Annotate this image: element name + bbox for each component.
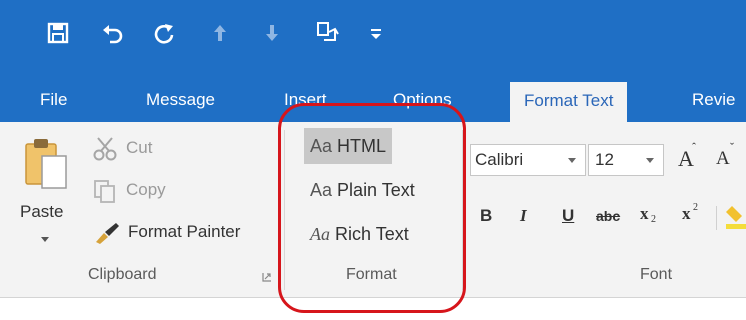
annotation-highlight-circle (278, 103, 466, 313)
tab-format-text[interactable]: Format Text (510, 82, 628, 122)
shrink-font-glyph: A (716, 148, 730, 169)
tab-file[interactable]: File (40, 80, 67, 122)
cut-button[interactable]: Cut (90, 134, 170, 164)
subscript-mark: 2 (651, 214, 656, 225)
font-name-value: Calibri (475, 150, 524, 169)
strikethrough-button[interactable]: abc (594, 202, 628, 232)
strikethrough-glyph: abc (596, 208, 621, 224)
italic-button[interactable]: I (514, 202, 538, 232)
paintbrush-icon (96, 223, 119, 244)
superscript-button[interactable]: x 2 (680, 202, 708, 232)
subscript-glyph: x (640, 204, 649, 223)
paste-button[interactable]: Paste (18, 136, 74, 254)
copy-label: Copy (126, 180, 166, 199)
underline-glyph: U (562, 206, 575, 225)
up-arrow-icon[interactable] (210, 20, 230, 46)
superscript-glyph: x (682, 204, 691, 223)
copy-button[interactable]: Copy (90, 176, 190, 206)
chevron-down-icon (568, 158, 576, 163)
shrink-font-button[interactable]: A ˇ (712, 140, 742, 174)
font-name-dropdown[interactable]: Calibri (470, 144, 586, 176)
sep-small (716, 206, 717, 230)
italic-glyph: I (520, 206, 527, 225)
clipboard-paste-icon (25, 139, 67, 189)
font-size-value: 12 (595, 150, 614, 169)
caret-down-mark: ˇ (730, 140, 734, 154)
redo-icon[interactable] (152, 20, 176, 46)
undo-icon[interactable] (100, 20, 124, 46)
clipboard-group-label: Clipboard (88, 266, 157, 283)
format-painter-button[interactable]: Format Painter (90, 218, 276, 248)
superscript-mark: 2 (693, 202, 698, 213)
cut-label: Cut (126, 138, 153, 157)
grow-font-button[interactable]: A ˆ (674, 140, 704, 174)
format-painter-label: Format Painter (128, 222, 241, 241)
caret-up-mark: ˆ (692, 140, 696, 154)
subscript-button[interactable]: x 2 (638, 202, 666, 232)
copy-move-icon[interactable] (314, 20, 342, 46)
font-group-label: Font (640, 266, 673, 283)
dialog-launcher-icon[interactable] (262, 272, 272, 282)
tab-message[interactable]: Message (146, 80, 215, 122)
save-icon[interactable] (46, 20, 70, 46)
tab-review[interactable]: Revie (692, 80, 735, 122)
chevron-down-icon (646, 158, 654, 163)
scissors-icon (93, 137, 117, 161)
underline-button[interactable]: U (558, 202, 582, 232)
down-arrow-icon[interactable] (262, 20, 282, 46)
highlighter-icon[interactable] (726, 204, 746, 230)
bold-glyph: B (480, 206, 493, 225)
paste-label: Paste (20, 202, 64, 221)
bold-button[interactable]: B (476, 202, 500, 232)
copy-icon (94, 180, 115, 203)
chevron-down-icon (41, 237, 49, 242)
customize-dropdown-icon[interactable] (368, 20, 384, 46)
quick-access-toolbar (0, 0, 746, 80)
font-size-dropdown[interactable]: 12 (588, 144, 664, 176)
